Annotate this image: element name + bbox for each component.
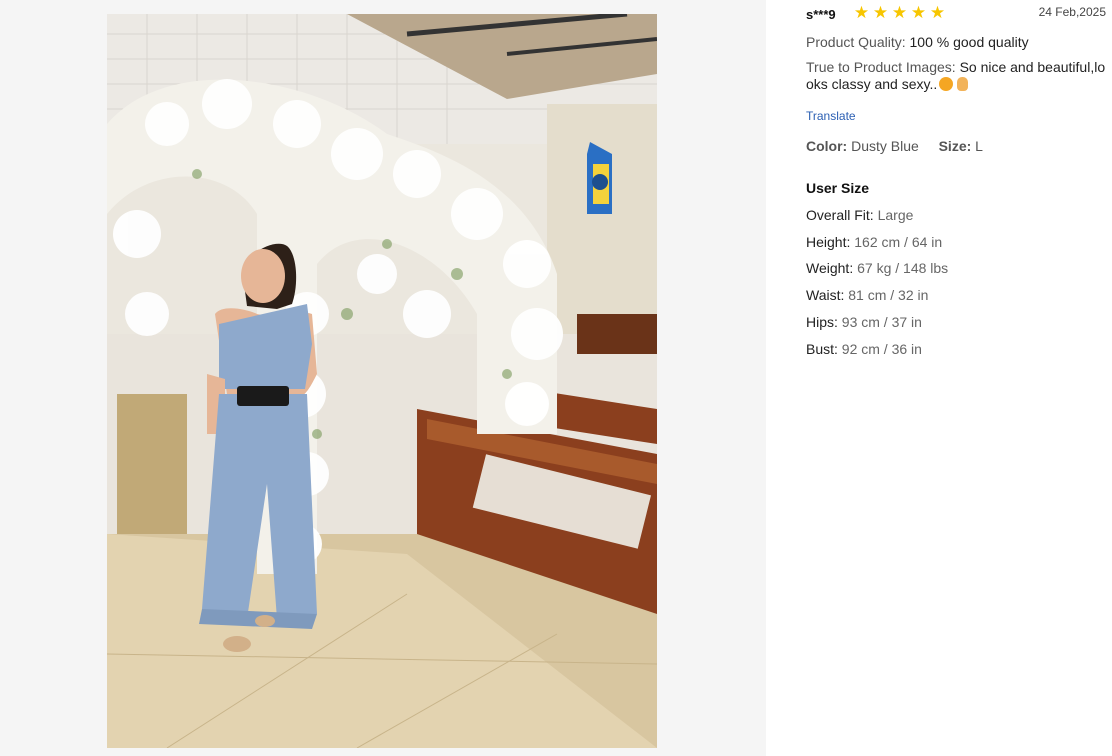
photo-viewer bbox=[0, 0, 766, 756]
reviewer-name: s***9 bbox=[806, 7, 836, 22]
size-row-label: Weight: bbox=[806, 260, 854, 276]
size-row-label: Waist: bbox=[806, 287, 845, 303]
size-row-value: 93 cm / 37 in bbox=[841, 314, 922, 330]
size-row-value: Large bbox=[877, 207, 914, 223]
product-quality-value: 100 % good quality bbox=[909, 34, 1029, 50]
true-to-images-value-cont: oks classy and sexy.. bbox=[806, 76, 938, 92]
size-row-label: Bust: bbox=[806, 341, 838, 357]
size-row-value: 67 kg / 148 lbs bbox=[857, 260, 949, 276]
size-value: L bbox=[975, 138, 983, 154]
true-to-images-row: True to Product Images: So nice and beau… bbox=[806, 59, 1106, 93]
size-row-waist: Waist: 81 cm / 32 in bbox=[806, 287, 928, 304]
size-row-value: 162 cm / 64 in bbox=[854, 234, 943, 250]
review-header: s***9 ★ ★ ★ ★ ★ 24 Feb,2025 bbox=[806, 4, 1106, 24]
user-size-title: User Size bbox=[806, 180, 870, 196]
star-icon: ★ bbox=[853, 3, 870, 22]
star-icon: ★ bbox=[929, 3, 946, 22]
translate-link[interactable]: Translate bbox=[806, 108, 856, 125]
star-icon: ★ bbox=[891, 3, 908, 22]
size-label: Size: bbox=[938, 138, 972, 154]
size-row-overall-fit: Overall Fit: Large bbox=[806, 207, 913, 224]
size-row-hips: Hips: 93 cm / 37 in bbox=[806, 314, 922, 331]
size-row-bust: Bust: 92 cm / 36 in bbox=[806, 341, 922, 358]
true-to-images-label: True to Product Images: bbox=[806, 59, 956, 75]
color-label: Color: bbox=[806, 138, 848, 154]
variant-row: Color: Dusty Blue Size: L bbox=[806, 138, 1106, 155]
star-icon: ★ bbox=[872, 3, 889, 22]
crossed-fingers-emoji-icon bbox=[957, 77, 969, 91]
review-date: 24 Feb,2025 bbox=[1038, 5, 1106, 19]
size-row-height: Height: 162 cm / 64 in bbox=[806, 234, 942, 251]
review-photo[interactable] bbox=[107, 14, 657, 748]
color-value: Dusty Blue bbox=[851, 138, 919, 154]
star-rating: ★ ★ ★ ★ ★ bbox=[853, 4, 946, 21]
product-quality-label: Product Quality: bbox=[806, 34, 906, 50]
star-icon: ★ bbox=[910, 3, 927, 22]
size-row-label: Height: bbox=[806, 234, 851, 250]
size-row-value: 81 cm / 32 in bbox=[848, 287, 929, 303]
smiling-face-emoji-icon bbox=[939, 77, 954, 91]
product-quality-row: Product Quality: 100 % good quality bbox=[806, 34, 1106, 51]
size-row-weight: Weight: 67 kg / 148 lbs bbox=[806, 260, 948, 277]
size-row-label: Hips: bbox=[806, 314, 838, 330]
size-row-label: Overall Fit: bbox=[806, 207, 874, 223]
review-photo-illustration bbox=[107, 14, 657, 748]
size-row-value: 92 cm / 36 in bbox=[841, 341, 922, 357]
true-to-images-value: So nice and beautiful,lo bbox=[959, 59, 1106, 75]
